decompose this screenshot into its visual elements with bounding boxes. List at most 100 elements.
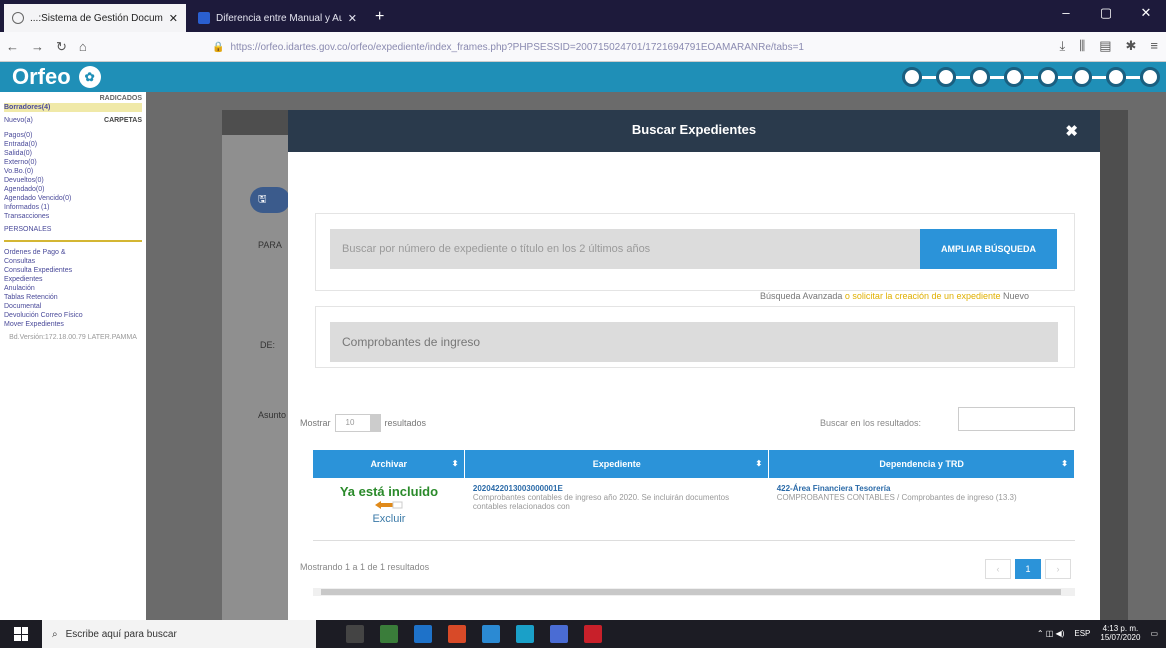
- sidebar-link[interactable]: Documental: [4, 302, 142, 311]
- close-window-button[interactable]: ✕: [1126, 0, 1166, 28]
- app-header: Orfeo ✿: [0, 62, 1166, 92]
- page-length-select[interactable]: 10: [334, 414, 381, 432]
- column-header[interactable]: Archivar ⬍: [313, 450, 466, 478]
- request-creation-link[interactable]: o solicitar la creación de un expediente: [845, 291, 1001, 301]
- horizontal-scrollbar[interactable]: [313, 588, 1075, 596]
- sidebar-item[interactable]: Informados (1): [4, 203, 142, 212]
- column-header[interactable]: Dependencia y TRD ⬍: [768, 450, 1075, 478]
- sidebar-link[interactable]: Ordenes de Pago &: [4, 248, 142, 257]
- step-icon[interactable]: [1126, 67, 1160, 87]
- next-page-button[interactable]: ›: [1045, 559, 1071, 579]
- explorer-icon[interactable]: [448, 625, 466, 643]
- close-icon[interactable]: ✖: [1065, 122, 1078, 140]
- download-icon[interactable]: ⤓: [1059, 38, 1065, 54]
- new-expediente-link[interactable]: Nuevo: [1003, 291, 1029, 301]
- show-suffix: resultados: [384, 418, 427, 428]
- page-length-control: Mostrar 10 resultados: [300, 414, 426, 432]
- left-sidebar: RADICADOS Borradores(4) Nuevo(a) CARPETA…: [0, 92, 146, 620]
- dependencia-name: 422-Área Financiera Tesorería: [776, 484, 891, 493]
- browser-tab-active[interactable]: ...:Sistema de Gestión Docum... ✕: [4, 4, 186, 32]
- step-icon[interactable]: [956, 67, 990, 87]
- back-arrow-icon[interactable]: ←: [6, 39, 19, 54]
- search-icon: ⌕: [52, 628, 58, 640]
- close-tab-icon[interactable]: ✕: [348, 12, 357, 25]
- notifications-icon[interactable]: ▭: [1150, 629, 1158, 638]
- trd-text: COMPROBANTES CONTABLES / Comprobantes de…: [776, 493, 1017, 502]
- expediente-cell: 2020422013003000001E Comprobantes contab…: [464, 478, 769, 541]
- pdf-icon[interactable]: [584, 625, 602, 643]
- column-header[interactable]: Expediente ⬍: [464, 450, 770, 478]
- sidebar-item[interactable]: Devueltos(0): [4, 176, 142, 185]
- extension-icon[interactable]: ✱: [1126, 38, 1137, 54]
- mail-icon[interactable]: [550, 625, 568, 643]
- sidebar-link[interactable]: Tablas Retención: [4, 293, 142, 302]
- sidebar-link[interactable]: Anulación: [4, 284, 142, 293]
- filter-label: Buscar en los resultados:: [820, 418, 922, 428]
- prev-page-button[interactable]: ‹: [985, 559, 1011, 579]
- sidebar-link[interactable]: Expedientes: [4, 275, 142, 284]
- sidebar-personal[interactable]: PERSONALES: [4, 225, 142, 234]
- tray-icons[interactable]: ⌃ ◫ ◀): [1037, 629, 1065, 638]
- sidebar-item[interactable]: Salida(0): [4, 149, 142, 158]
- background-chip: 🖫: [250, 187, 290, 213]
- taskbar-search[interactable]: ⌕ Escribe aquí para buscar: [42, 620, 316, 648]
- clock[interactable]: 4:13 p. m. 15/07/2020: [1100, 624, 1140, 642]
- maximize-button[interactable]: ▢: [1086, 0, 1126, 28]
- advanced-search-link[interactable]: Búsqueda Avanzada: [760, 291, 842, 301]
- library-icon[interactable]: ⫼: [1079, 38, 1085, 54]
- language-indicator[interactable]: ESP: [1074, 629, 1090, 638]
- sidebar-item[interactable]: Externo(0): [4, 158, 142, 167]
- page-1-button[interactable]: 1: [1015, 559, 1041, 579]
- edge-icon[interactable]: [414, 625, 432, 643]
- store-icon[interactable]: [380, 625, 398, 643]
- sort-icon: ⬍: [451, 459, 459, 468]
- app-icon[interactable]: [516, 625, 534, 643]
- document-icon: [198, 12, 210, 24]
- expediente-id[interactable]: 2020422013003000001E: [473, 484, 761, 493]
- sidebar-item[interactable]: Agendado Vencido(0): [4, 194, 142, 203]
- bg-label-para: PARA: [258, 240, 282, 250]
- sidebar-new-link[interactable]: Nuevo(a): [4, 116, 33, 125]
- browser-tab[interactable]: Diferencia entre Manual y Aut... ✕: [190, 4, 365, 32]
- criteria-field[interactable]: Comprobantes de ingreso: [330, 322, 1058, 362]
- menu-icon[interactable]: ≡: [1150, 38, 1158, 54]
- sidebar-item[interactable]: Pagos(0): [4, 131, 142, 140]
- scrollbar-thumb[interactable]: [321, 589, 1061, 595]
- modal-title: Buscar Expedientes: [631, 122, 757, 137]
- address-bar[interactable]: 🔒 https://orfeo.idartes.gov.co/orfeo/exp…: [212, 37, 912, 57]
- step-icon[interactable]: [1092, 67, 1126, 87]
- step-icon[interactable]: [990, 67, 1024, 87]
- home-icon[interactable]: ⌂: [79, 39, 87, 54]
- sidebar-item[interactable]: Vo.Bo.(0): [4, 167, 142, 176]
- sidebar-item[interactable]: Entrada(0): [4, 140, 142, 149]
- exclude-button[interactable]: Excluir: [321, 501, 457, 525]
- sidebar-link[interactable]: Consultas: [4, 257, 142, 266]
- step-icon[interactable]: [1058, 67, 1092, 87]
- minimize-button[interactable]: –: [1046, 0, 1086, 28]
- step-icon[interactable]: [922, 67, 956, 87]
- new-tab-button[interactable]: +: [375, 8, 384, 26]
- step-icon[interactable]: [902, 67, 922, 87]
- forward-arrow-icon[interactable]: →: [31, 39, 44, 54]
- sidebar-title: RADICADOS: [99, 95, 142, 102]
- windows-taskbar: ⌕ Escribe aquí para buscar ⌃ ◫ ◀) ESP 4:…: [0, 620, 1166, 648]
- reload-icon[interactable]: ↻: [56, 39, 67, 55]
- close-tab-icon[interactable]: ✕: [169, 12, 178, 25]
- windows-start-icon[interactable]: [14, 627, 28, 641]
- expediente-search-input[interactable]: Buscar por número de expediente o título…: [330, 229, 920, 269]
- sidebar-link[interactable]: Consulta Expedientes: [4, 266, 142, 275]
- sidebar-item[interactable]: Agendado(0): [4, 185, 142, 194]
- sidebar-version: Bd.Versión:172.18.00.79 LATER.PAMMA: [9, 334, 137, 341]
- step-icon[interactable]: [1024, 67, 1058, 87]
- task-view-icon[interactable]: [346, 625, 364, 643]
- filter-input[interactable]: [958, 407, 1075, 431]
- sidebar-item[interactable]: Transacciones: [4, 212, 142, 221]
- ampliar-busqueda-button[interactable]: AMPLIAR BÚSQUEDA: [920, 229, 1057, 269]
- sidebar-item-selected[interactable]: Borradores(4): [4, 103, 142, 112]
- sort-icon: ⬍: [755, 459, 763, 468]
- chrome-icon[interactable]: [482, 625, 500, 643]
- logo-badge-icon: ✿: [78, 66, 101, 88]
- sidebar-link[interactable]: Mover Expedientes: [4, 320, 142, 329]
- sidebar-icon[interactable]: ▤: [1099, 38, 1111, 54]
- sidebar-link[interactable]: Devolución Correo Físico: [4, 311, 142, 320]
